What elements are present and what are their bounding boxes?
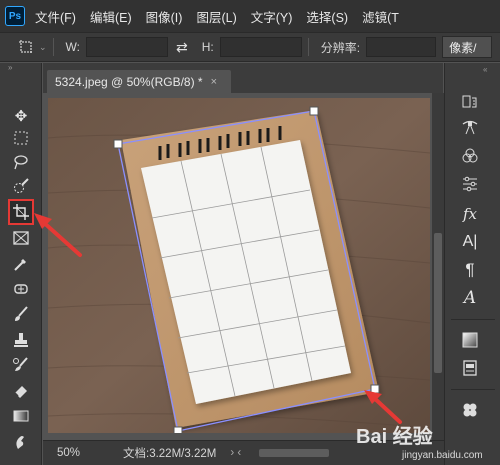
crop-handle-top-right[interactable]: [309, 106, 319, 116]
crop-handle-top-left[interactable]: [113, 139, 123, 149]
height-input[interactable]: [219, 37, 302, 57]
channels-icon[interactable]: [457, 143, 483, 169]
paragraph-icon[interactable]: ¶: [457, 257, 483, 283]
menu-type[interactable]: 文字(Y): [251, 7, 293, 26]
lasso-icon[interactable]: [8, 149, 34, 175]
photoshop-logo: Ps: [5, 6, 25, 26]
tool-preset-icon[interactable]: [15, 37, 37, 57]
width-label: W:: [65, 40, 80, 54]
canvas-photo[interactable]: [48, 98, 430, 433]
watermark-logo: Bai 经验: [356, 426, 433, 448]
healing-brush-icon[interactable]: [8, 276, 34, 302]
horizontal-scroll-thumb[interactable]: [259, 449, 330, 457]
adjustments-icon[interactable]: [457, 171, 483, 197]
watermark-url: jingyan.baidu.com: [402, 450, 483, 461]
close-icon[interactable]: ×: [211, 76, 217, 88]
glyphs-icon[interactable]: A: [457, 285, 483, 311]
character-icon[interactable]: A|: [457, 229, 483, 255]
swatches-icon[interactable]: [457, 327, 483, 353]
paths-icon[interactable]: [457, 115, 483, 141]
annotation-arrow-tool: [34, 213, 82, 257]
zoom-level[interactable]: 50%: [43, 447, 89, 459]
resolution-input[interactable]: [366, 37, 437, 57]
history-brush-icon[interactable]: [8, 352, 34, 378]
menu-filter[interactable]: 滤镜(T: [362, 7, 399, 26]
crop-handle-bottom-left[interactable]: [173, 426, 183, 433]
vertical-scrollbar[interactable]: [432, 93, 444, 440]
swap-dimensions-icon[interactable]: ⇄: [176, 39, 188, 56]
height-label: H:: [201, 40, 214, 54]
collapse-icon[interactable]: «: [483, 65, 487, 74]
menu-layer[interactable]: 图层(L): [196, 7, 236, 26]
gradient-icon[interactable]: [8, 403, 34, 429]
eraser-icon[interactable]: [8, 377, 34, 403]
menu-image[interactable]: 图像(I): [146, 7, 183, 26]
menu-bar: Ps 文件(F) 编辑(E) 图像(I) 图层(L) 文字(Y) 选择(S) 滤…: [0, 0, 500, 32]
document-tab-bar: 5324.jpeg @ 50%(RGB/8) * ×: [43, 63, 443, 93]
smudge-icon[interactable]: [8, 429, 34, 455]
styles-icon[interactable]: fx: [457, 201, 483, 227]
quick-select-icon[interactable]: [8, 173, 34, 199]
resolution-label: 分辨率:: [320, 40, 361, 55]
menu-file[interactable]: 文件(F): [35, 7, 76, 26]
width-input[interactable]: [86, 37, 168, 57]
brush-icon[interactable]: [8, 301, 34, 327]
right-panel-dock: « fx A| ¶ A: [444, 63, 500, 465]
resolution-units-button[interactable]: 像素/: [442, 36, 493, 58]
baidu-watermark: Bai 经验 jingyan.baidu.com: [356, 420, 500, 465]
menu-select[interactable]: 选择(S): [306, 7, 348, 26]
options-bar: ⌄ W: ⇄ H: 分辨率: 像素/: [0, 32, 500, 62]
document-size[interactable]: 文档:3.22M/3.22M: [123, 445, 216, 461]
collapse-icon[interactable]: »: [0, 63, 41, 73]
document-tab[interactable]: 5324.jpeg @ 50%(RGB/8) * ×: [47, 70, 231, 93]
status-nav-arrows[interactable]: › ‹: [230, 447, 241, 459]
marquee-icon[interactable]: [8, 125, 34, 151]
stamp-icon[interactable]: [8, 327, 34, 353]
document-tab-title: 5324.jpeg @ 50%(RGB/8) *: [55, 74, 203, 89]
vertical-scroll-thumb[interactable]: [434, 233, 442, 373]
properties-icon[interactable]: [457, 355, 483, 381]
history-icon[interactable]: [457, 89, 483, 115]
tool-preset-dropdown-icon[interactable]: ⌄: [39, 42, 47, 53]
menu-edit[interactable]: 编辑(E): [90, 7, 132, 26]
